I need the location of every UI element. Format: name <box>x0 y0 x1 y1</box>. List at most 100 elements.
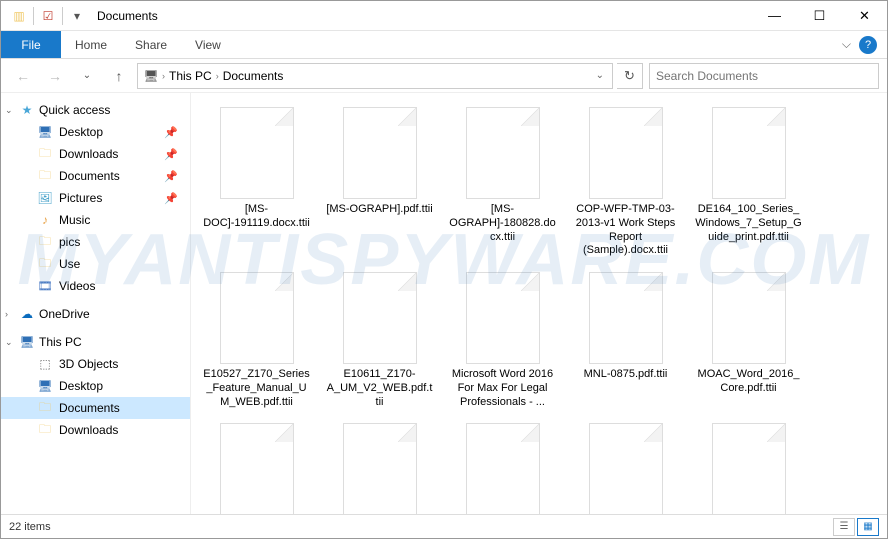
properties-icon[interactable]: ☑ <box>38 6 58 26</box>
sidebar-item-music[interactable]: ♪Music <box>1 209 190 231</box>
breadcrumb-text: This PC <box>169 69 212 83</box>
close-button[interactable]: ✕ <box>842 1 887 30</box>
sidebar-head-thispc[interactable]: ⌄ 🖥 This PC <box>1 331 190 353</box>
star-icon: ★ <box>19 102 35 118</box>
breadcrumb-text: Documents <box>223 69 284 83</box>
sidebar-item-label: Documents <box>59 401 120 415</box>
sidebar-item-documents[interactable]: 🗀Documents📌 <box>1 165 190 187</box>
file-item[interactable]: DE164_100_Series_Windows_7_Setup_Guide_p… <box>691 103 806 262</box>
breadcrumb-segment[interactable]: Documents <box>221 69 286 83</box>
breadcrumb-segment[interactable]: This PC <box>167 69 214 83</box>
sidebar-item-label: Videos <box>59 279 95 293</box>
sidebar-item-use[interactable]: 🗀 Use <box>1 253 190 275</box>
file-icon <box>712 423 786 514</box>
maximize-button[interactable]: ☐ <box>797 1 842 30</box>
nav-back-button[interactable]: ← <box>9 63 37 89</box>
details-view-button[interactable]: ☰ <box>833 518 855 536</box>
breadcrumb[interactable]: 🖥 › This PC › Documents ⌄ <box>137 63 613 89</box>
nav-up-button[interactable]: ↑ <box>105 63 133 89</box>
sidebar-item-pics[interactable]: 🗀pics <box>1 231 190 253</box>
file-item[interactable]: MNL-0875.pdf.ttii <box>568 268 683 413</box>
quick-access-toolbar: ▥ ☑ ▾ Documents <box>1 6 158 26</box>
file-item[interactable]: [MS-DOC]-191119.docx.ttii <box>199 103 314 262</box>
collapse-ribbon-icon[interactable]: ⌵ <box>842 37 851 52</box>
body: ⌄ ★ Quick access 🖥Desktop📌🗀Downloads📌🗀Do… <box>1 93 887 514</box>
file-icon <box>220 423 294 514</box>
pin-icon: 📌 <box>164 148 182 161</box>
sidebar-item-desktop[interactable]: 🖥Desktop📌 <box>1 121 190 143</box>
sidebar-item-videos[interactable]: 🎞Videos <box>1 275 190 297</box>
pin-icon: 📌 <box>164 192 182 205</box>
cloud-icon: ☁ <box>19 306 35 322</box>
explorer-window: ▥ ☑ ▾ Documents — ☐ ✕ File Home Share Vi… <box>0 0 888 539</box>
view-switcher: ☰ ▦ <box>833 518 879 536</box>
folder-icon: 🗀 <box>37 146 53 162</box>
expander-icon[interactable]: › <box>5 309 8 319</box>
sidebar-head-quick-access[interactable]: ⌄ ★ Quick access <box>1 99 190 121</box>
file-item[interactable]: [MS-OGRAPH].pdf.ttii <box>322 103 437 262</box>
chevron-right-icon[interactable]: › <box>214 71 221 81</box>
ribbon: File Home Share View ⌵ ? <box>1 31 887 59</box>
folder-icon: 🗀 <box>37 234 53 250</box>
file-icon <box>712 272 786 364</box>
sidebar-head-onedrive[interactable]: › ☁ OneDrive <box>1 303 190 325</box>
file-list[interactable]: [MS-DOC]-191119.docx.ttii[MS-OGRAPH].pdf… <box>191 93 887 514</box>
refresh-button[interactable]: ↻ <box>617 63 643 89</box>
sidebar-item-desktop[interactable]: 🖥Desktop <box>1 375 190 397</box>
folder-icon: 🗀 <box>37 256 53 272</box>
tab-share[interactable]: Share <box>121 31 181 58</box>
sidebar-item-pictures[interactable]: 🖼Pictures📌 <box>1 187 190 209</box>
file-item[interactable]: MOAC_Word_2016_Core.pdf.ttii <box>691 268 806 413</box>
nav-recent-dropdown[interactable]: ⌄ <box>73 63 101 89</box>
sidebar-item-downloads[interactable]: 🗀 Downloads 📌 <box>1 143 190 165</box>
file-item[interactable] <box>322 419 437 514</box>
sidebar-item-label: Use <box>59 257 80 271</box>
search-input[interactable] <box>656 69 872 83</box>
sidebar-group-quick-access: ⌄ ★ Quick access 🖥Desktop📌 🗀 Downloads 📌 🗀Do… <box>1 99 190 297</box>
tab-home[interactable]: Home <box>61 31 121 58</box>
file-icon <box>589 272 663 364</box>
file-item[interactable] <box>199 419 314 514</box>
file-item[interactable]: COP-WFP-TMP-03-2013-v1 Work Steps Report… <box>568 103 683 262</box>
help-icon[interactable]: ? <box>859 36 877 54</box>
title-bar: ▥ ☑ ▾ Documents — ☐ ✕ <box>1 1 887 31</box>
sidebar-item-documents[interactable]: 🗀Documents <box>1 397 190 419</box>
sidebar-label: This PC <box>39 335 82 349</box>
tab-view[interactable]: View <box>181 31 235 58</box>
qat-dropdown-icon[interactable]: ▾ <box>67 6 87 26</box>
file-tab[interactable]: File <box>1 31 61 58</box>
music-icon: ♪ <box>37 212 53 228</box>
expander-icon[interactable]: ⌄ <box>5 337 13 348</box>
chevron-right-icon[interactable]: › <box>160 71 167 81</box>
minimize-button[interactable]: — <box>752 1 797 30</box>
address-bar: ← → ⌄ ↑ 🖥 › This PC › Documents ⌄ ↻ <box>1 59 887 93</box>
search-box[interactable] <box>649 63 879 89</box>
file-icon <box>589 423 663 514</box>
file-name: E10611_Z170-A_UM_V2_WEB.pdf.ttii <box>326 368 433 409</box>
sidebar-item-3d-objects[interactable]: ⬚3D Objects <box>1 353 190 375</box>
sidebar-item-downloads[interactable]: 🗀Downloads <box>1 419 190 441</box>
file-item[interactable] <box>568 419 683 514</box>
expander-icon[interactable]: ⌄ <box>5 105 13 116</box>
file-name: DE164_100_Series_Windows_7_Setup_Guide_p… <box>695 203 802 244</box>
sidebar-label: OneDrive <box>39 307 90 321</box>
file-icon <box>589 107 663 199</box>
icons-view-button[interactable]: ▦ <box>857 518 879 536</box>
file-icon <box>343 272 417 364</box>
pc-icon: 🖥 <box>19 334 35 350</box>
file-item[interactable]: E10527_Z170_Series_Feature_Manual_UM_WEB… <box>199 268 314 413</box>
file-icon <box>466 423 540 514</box>
file-item[interactable] <box>445 419 560 514</box>
file-item[interactable]: [MS-OGRAPH]-180828.docx.ttii <box>445 103 560 262</box>
file-item[interactable] <box>691 419 806 514</box>
file-name: MNL-0875.pdf.ttii <box>584 368 668 382</box>
file-icon <box>220 107 294 199</box>
file-icon <box>466 272 540 364</box>
file-item[interactable]: Microsoft Word 2016 For Max For Legal Pr… <box>445 268 560 413</box>
chevron-down-icon[interactable]: ⌄ <box>596 70 604 81</box>
nav-forward-button[interactable]: → <box>41 63 69 89</box>
file-item[interactable]: E10611_Z170-A_UM_V2_WEB.pdf.ttii <box>322 268 437 413</box>
file-grid: [MS-DOC]-191119.docx.ttii[MS-OGRAPH].pdf… <box>199 103 879 514</box>
sidebar-group-thispc: ⌄ 🖥 This PC ⬚3D Objects🖥Desktop🗀Document… <box>1 331 190 441</box>
sidebar-item-label: Downloads <box>59 147 118 161</box>
